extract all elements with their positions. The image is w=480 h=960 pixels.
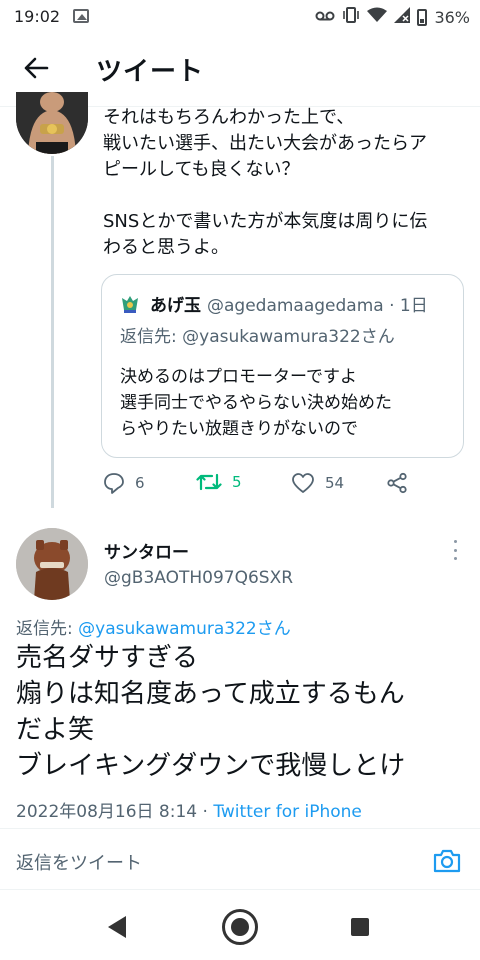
quote-text: 決めるのはプロモーターですよ 選手同士でやるやらない決め始めた らやりたい放題き… — [120, 367, 392, 439]
retweet-count: 5 — [232, 473, 242, 491]
retweet-icon — [196, 473, 222, 491]
back-button[interactable] — [18, 50, 54, 86]
camera-button[interactable] — [432, 846, 462, 876]
more-options-icon[interactable] — [452, 540, 458, 560]
reply-count: 6 — [135, 474, 145, 492]
nav-home-icon[interactable] — [222, 909, 258, 945]
image-icon — [73, 9, 89, 23]
tweet-source[interactable]: Twitter for iPhone — [213, 802, 362, 822]
author-handle[interactable]: @gB3AOTH097Q6SXR — [104, 568, 293, 588]
system-nav-bar — [0, 890, 480, 960]
divider — [0, 828, 480, 829]
arrow-left-icon — [24, 57, 49, 79]
reply-to-mention[interactable]: @yasukawamura322さん — [78, 619, 291, 639]
heart-icon — [292, 473, 314, 493]
signal-icon — [394, 7, 411, 27]
battery-percent: 36% — [434, 7, 470, 27]
vibrate-icon — [342, 6, 360, 28]
wifi-icon — [367, 7, 388, 27]
status-icons: 36% — [315, 6, 470, 28]
battery-icon — [417, 8, 428, 26]
reply-icon — [104, 473, 124, 494]
quote-author-handle: @agedamaagedama · 1日 — [207, 296, 428, 316]
status-time: 19:02 — [14, 7, 61, 26]
like-button[interactable]: 54 — [291, 472, 344, 494]
quote-tweet[interactable]: あげ玉 @agedamaagedama · 1日 返信先: @yasukawam… — [101, 274, 464, 458]
thread-line — [51, 156, 54, 508]
avatar[interactable] — [16, 92, 88, 154]
avatar — [120, 294, 140, 314]
avatar[interactable] — [16, 528, 88, 600]
tweet-actions: 6 5 54 — [103, 472, 423, 502]
nav-recents-icon[interactable] — [351, 918, 369, 936]
reply-to-prefix: 返信先: — [16, 619, 79, 639]
nav-back-icon[interactable] — [108, 916, 126, 938]
author-name[interactable]: サンタロー — [104, 538, 189, 563]
reply-bar: 返信をツイート — [0, 832, 480, 890]
quote-reply-to: 返信先: @yasukawamura322さん — [120, 327, 395, 347]
quote-header: あげ玉 @agedamaagedama · 1日 — [120, 291, 428, 316]
retweet-button[interactable]: 5 — [196, 472, 242, 492]
quote-author-name: あげ玉 — [150, 296, 201, 316]
tweet-timestamp: 2022年08月16日 8:14 · — [16, 802, 214, 822]
page-title: ツイート — [96, 57, 205, 87]
tweet-meta: 2022年08月16日 8:14 · Twitter for iPhone — [16, 797, 362, 822]
share-icon — [387, 472, 407, 494]
status-bar: 19:02 36% — [0, 0, 480, 34]
camera-icon — [433, 849, 461, 873]
tweet-text: 売名ダサすぎる 煽りは知名度あって成立するもん だよ笑 ブレイキングダウンで我慢… — [16, 643, 406, 781]
voicemail-icon — [315, 8, 335, 27]
like-count: 54 — [325, 474, 345, 492]
reply-to: 返信先: @yasukawamura322さん — [16, 614, 291, 639]
reply-button[interactable]: 6 — [103, 472, 145, 494]
reply-input[interactable]: 返信をツイート — [16, 849, 142, 875]
share-button[interactable] — [386, 472, 408, 494]
tweet-text: それはもちろんわかった上で、 戦いたい選手、出たい大会があったらア ピールしても… — [103, 107, 428, 258]
